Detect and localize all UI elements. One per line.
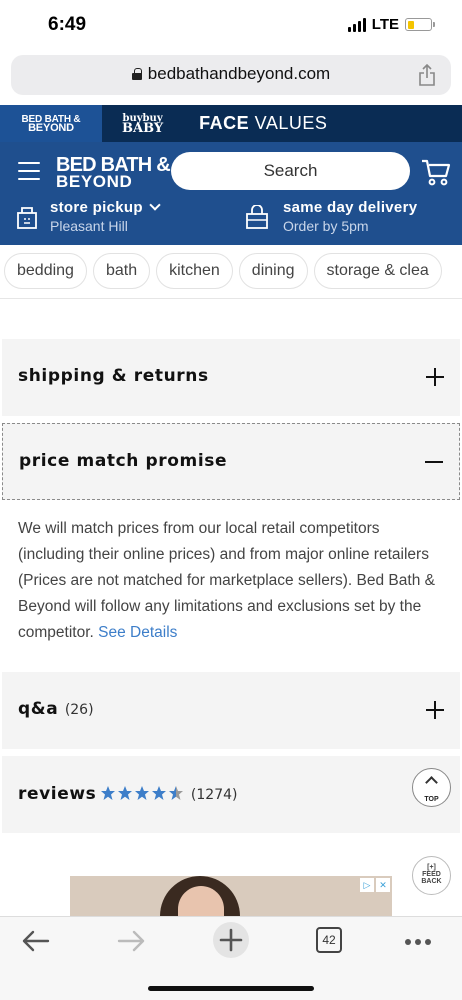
- advertisement[interactable]: ▷ ✕: [70, 876, 392, 916]
- delivery-bag-icon: [246, 205, 268, 229]
- star-icon: [118, 786, 133, 800]
- chevron-up-icon: [425, 776, 438, 789]
- star-icon: [169, 786, 184, 800]
- divider: [0, 298, 462, 299]
- qa-count: (26): [64, 702, 94, 718]
- brand-tab-bed-bath-beyond[interactable]: BED BATH & BEYOND: [0, 105, 102, 142]
- minus-icon[interactable]: [425, 461, 443, 463]
- plus-icon[interactable]: [426, 701, 444, 719]
- feedback-button[interactable]: [+] FEED BACK: [412, 856, 451, 895]
- star-icon: [135, 786, 150, 800]
- network-type: LTE: [371, 16, 399, 33]
- scroll-to-top-button[interactable]: TOP: [412, 768, 451, 807]
- category-chips: bedding bath kitchen dining storage & clea: [4, 253, 462, 289]
- star-rating: [100, 785, 184, 801]
- delivery-sub: Order by 5pm: [283, 218, 369, 234]
- url-display[interactable]: bedbathandbeyond.com: [11, 64, 451, 84]
- accordion-title-reviews: reviews (1274): [18, 783, 237, 804]
- reviews-count: (1274): [190, 787, 238, 803]
- store-icon: [17, 207, 37, 229]
- category-chip[interactable]: storage & clea: [313, 253, 442, 289]
- status-bar: 6:49 LTE: [0, 0, 462, 50]
- qa-title: q&a: [18, 699, 59, 719]
- home-indicator: [148, 986, 314, 991]
- share-icon[interactable]: [418, 64, 436, 86]
- star-icon: [101, 786, 116, 800]
- logo-line2: BEYOND: [56, 172, 133, 191]
- pickup-store: Pleasant Hill: [50, 218, 128, 234]
- ad-badge: ▷ ✕: [360, 878, 390, 892]
- accordion-reviews[interactable]: reviews (1274): [2, 756, 460, 833]
- status-indicators: LTE: [347, 16, 435, 33]
- accordion-title: shipping & returns: [18, 366, 209, 386]
- lock-icon: [131, 68, 142, 80]
- brand-tab-buybuy-baby[interactable]: buybuy BABY: [122, 105, 163, 142]
- brand-tab-harmon-face-values[interactable]: HARMON FACE VALUES: [199, 98, 328, 142]
- accordion-price-match[interactable]: price match promise: [2, 423, 460, 500]
- category-chip[interactable]: bath: [92, 253, 151, 289]
- chevron-down-icon: [149, 199, 161, 211]
- site-header: BED BATH & BEYOND Search store pickup Pl…: [0, 142, 462, 245]
- category-chip[interactable]: kitchen: [156, 253, 233, 289]
- new-tab-icon[interactable]: [212, 921, 250, 959]
- url-text: bedbathandbeyond.com: [147, 64, 331, 83]
- feedback-line2: FEED: [422, 871, 441, 878]
- top-label: TOP: [424, 796, 439, 803]
- reviews-title: reviews: [18, 784, 97, 804]
- category-chip[interactable]: bedding: [4, 253, 87, 289]
- site-logo[interactable]: BED BATH & BEYOND: [56, 155, 171, 191]
- brand-bbb-line2: BEYOND: [28, 121, 74, 134]
- cart-icon[interactable]: [421, 158, 451, 186]
- see-details-link[interactable]: See Details: [98, 624, 177, 641]
- star-icon: [152, 786, 167, 800]
- ad-close-icon[interactable]: ✕: [376, 878, 390, 892]
- brand-face: FACE: [199, 113, 250, 133]
- accordion-title: price match promise: [19, 451, 228, 471]
- ad-info-icon[interactable]: ▷: [360, 878, 374, 892]
- tabs-icon[interactable]: 42: [316, 927, 342, 953]
- accordion-qa[interactable]: q&a (26): [2, 672, 460, 749]
- price-match-text: We will match prices from our local reta…: [18, 520, 435, 641]
- status-time: 6:49: [48, 14, 87, 35]
- feedback-line3: BACK: [421, 878, 442, 885]
- delivery-title: same day delivery: [283, 199, 418, 216]
- more-icon[interactable]: [405, 939, 431, 945]
- feedback-line1: [+]: [427, 864, 436, 871]
- price-match-description: We will match prices from our local reta…: [18, 516, 448, 646]
- back-icon[interactable]: [20, 929, 50, 953]
- battery-icon: [405, 18, 435, 31]
- cellular-signal-icon: [347, 17, 366, 32]
- accordion-shipping-returns[interactable]: shipping & returns: [2, 339, 460, 416]
- forward-icon[interactable]: [117, 929, 147, 953]
- brand-switcher: BED BATH & BEYOND buybuy BABY HARMON FAC…: [0, 98, 462, 142]
- category-chip[interactable]: dining: [238, 253, 308, 289]
- plus-icon[interactable]: [426, 368, 444, 386]
- pickup-title: store pickup: [50, 199, 143, 216]
- accordion-title-qa: q&a (26): [18, 699, 94, 719]
- brand-values: VALUES: [254, 113, 328, 133]
- search-input[interactable]: Search: [171, 152, 410, 190]
- address-bar[interactable]: bedbathandbeyond.com: [11, 55, 451, 95]
- menu-icon[interactable]: [18, 162, 40, 180]
- brand-harmon-prefix: HARMON: [199, 98, 229, 104]
- brand-baby-line2: BABY: [122, 120, 164, 136]
